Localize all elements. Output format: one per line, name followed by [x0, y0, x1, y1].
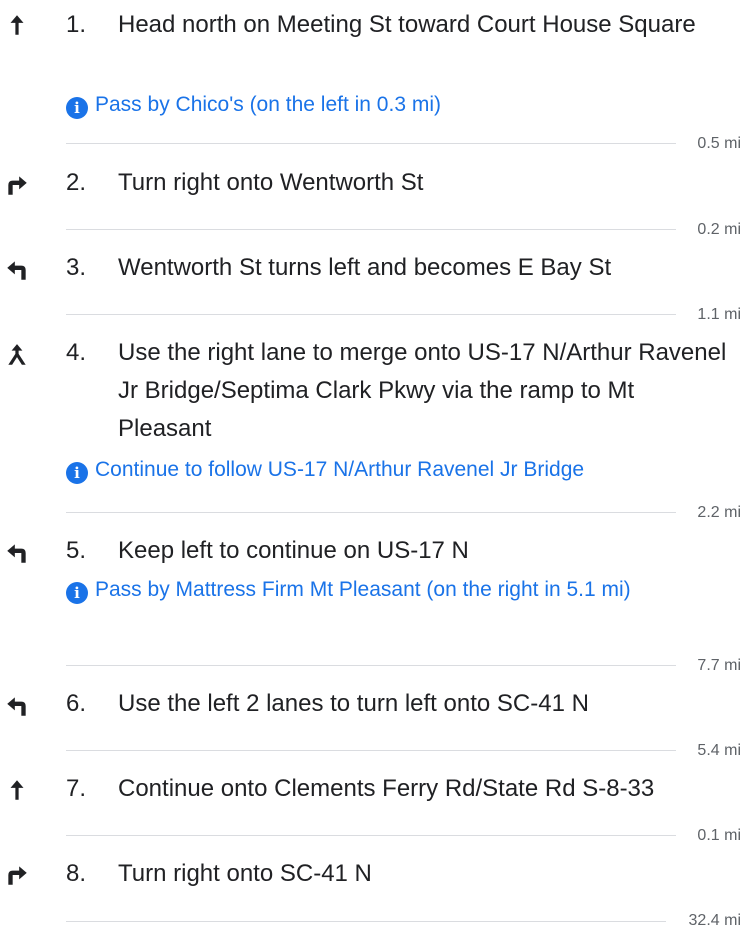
turn-right-icon — [4, 862, 30, 888]
step-number: 2. — [66, 169, 87, 196]
step-divider — [66, 665, 676, 666]
info-icon: i — [66, 97, 88, 119]
step-distance: 2.2 mi — [697, 504, 741, 521]
step-instruction: Turn right onto Wentworth St — [118, 169, 424, 196]
turn-left-icon — [4, 693, 30, 719]
step-note-text: Pass by Mattress Firm Mt Pleasant (on th… — [95, 578, 631, 601]
straight-arrow-icon — [4, 12, 30, 38]
step-instruction: Use the left 2 lanes to turn left onto S… — [118, 690, 589, 717]
step-note[interactable]: i Pass by Mattress Firm Mt Pleasant (on t… — [66, 573, 681, 607]
step-divider — [66, 835, 676, 836]
step-divider — [66, 750, 676, 751]
step-number: 6. — [66, 690, 87, 717]
info-icon: i — [66, 462, 88, 484]
step-distance: 0.1 mi — [697, 827, 741, 844]
step-divider — [66, 143, 676, 144]
step-divider — [66, 512, 676, 513]
step-instruction: Turn right onto SC-41 N — [118, 860, 372, 887]
step-instruction: Head north on Meeting St toward Court Ho… — [118, 11, 696, 38]
merge-icon — [4, 342, 30, 368]
step-distance: 1.1 mi — [697, 306, 741, 323]
step-distance: 5.4 mi — [697, 742, 741, 759]
step-distance: 0.5 mi — [697, 135, 741, 152]
step-distance: 0.2 mi — [697, 221, 741, 238]
step-number: 7. — [66, 775, 87, 802]
step-number: 5. — [66, 537, 87, 564]
step-note-text: Pass by Chico's (on the left in 0.3 mi) — [95, 93, 441, 116]
keep-left-icon — [4, 540, 30, 566]
step-divider — [66, 229, 676, 230]
step-distance: 7.7 mi — [697, 657, 741, 674]
info-icon: i — [66, 582, 88, 604]
step-instruction: Wentworth St turns left and becomes E Ba… — [118, 254, 612, 281]
step-number: 4. — [66, 339, 87, 366]
step-number: 3. — [66, 254, 87, 281]
step-note[interactable]: i Continue to follow US-17 N/Arthur Raven… — [66, 453, 726, 487]
step-instruction: Use the right lane to merge onto US-17 N… — [118, 339, 727, 442]
step-divider — [66, 314, 676, 315]
step-instruction: Keep left to continue on US-17 N — [118, 537, 469, 564]
straight-arrow-icon — [4, 777, 30, 803]
step-divider — [66, 921, 666, 922]
step-number: 8. — [66, 860, 87, 887]
turn-right-icon — [4, 172, 30, 198]
step-note[interactable]: i Pass by Chico's (on the left in 0.3 mi) — [66, 88, 726, 122]
turn-left-icon — [4, 257, 30, 283]
step-note-text: Continue to follow US-17 N/Arthur Ravene… — [95, 458, 585, 481]
step-distance: 32.4 mi — [688, 912, 741, 929]
step-number: 1. — [66, 11, 87, 38]
step-instruction: Continue onto Clements Ferry Rd/State Rd… — [118, 775, 655, 802]
